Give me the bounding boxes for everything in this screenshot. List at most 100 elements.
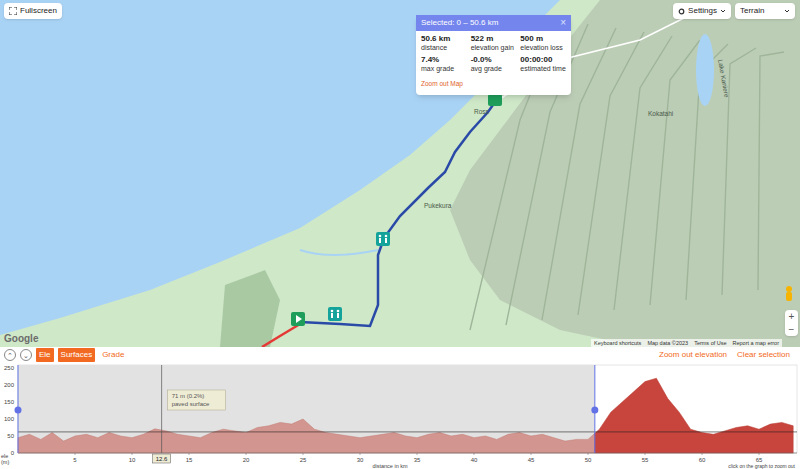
selection-handle[interactable] [591,365,598,453]
settings-button[interactable]: Settings [673,3,731,19]
y-tick: 150 [4,399,15,405]
chart-tab[interactable]: Surfaces [58,348,96,362]
popup-header: Selected: 0 – 50.6 km × [416,15,571,31]
svg-text:50: 50 [585,457,592,463]
y-tick: 50 [7,433,14,439]
zoom-out-map-link[interactable]: Zoom out Map [416,73,571,95]
map-label: Kokatahi [648,110,673,117]
map-label: Pukekura [424,202,452,209]
x-tick: 20 [243,453,250,463]
y-axis-unit: (m) [1,459,9,465]
svg-text:5: 5 [73,457,77,463]
svg-text:55: 55 [642,457,649,463]
x-tick: 35 [414,453,421,463]
chart-action[interactable]: Zoom out elevation [659,349,727,361]
x-tick: 60 [699,453,706,463]
zoom-button[interactable]: − [785,323,798,336]
svg-text:10: 10 [129,457,136,463]
pegman-icon[interactable] [786,286,792,301]
x-tick: 5 [73,453,77,463]
route [300,102,495,326]
reference-line [18,431,797,432]
collapse-button[interactable]: ⌄ [20,349,32,361]
map-canvas[interactable]: Pukekura Kokatahi Lake Kaniere Ross [0,0,800,347]
cursor-tooltip: 71 m (0.2%) paved surface [168,390,226,410]
y-tick: 200 [4,382,15,388]
svg-text:40: 40 [471,457,478,463]
x-tick: 10 [129,453,136,463]
x-tick: 30 [357,453,364,463]
x-tick: 40 [471,453,478,463]
elevation-chart[interactable]: 250 200 150 100 50 0 5 10 15 20 25 30 35 40 45 50 55 60 65… [0,363,800,469]
elevation-area-selected [18,419,595,453]
end-marker-icon[interactable] [488,94,502,106]
toilet-icon[interactable] [328,307,342,321]
footer-link[interactable]: Report a map error [733,339,779,347]
footer-link[interactable]: Terms of Use [694,339,726,347]
y-tick: 250 [4,365,15,371]
selection-area[interactable] [18,365,595,453]
elevation-toolbar: ⌃ ⌄ Ele SurfacesGrade Zoom out elevation Clea… [0,347,800,363]
zoom-controls: +− [785,310,798,336]
stat: -0.0%avg grade [471,56,517,72]
footer-link[interactable]: Keyboard shortcuts [594,339,641,347]
chart-hint: click on the graph to zoom out [728,463,795,469]
fullscreen-icon [9,7,17,15]
forest-patch [220,270,280,347]
selection-popup: Selected: 0 – 50.6 km × 50.6 kmdistance522… [416,15,571,95]
stat: 522 melevation gain [471,35,517,51]
cursor-x-label: 12.6 [153,454,171,463]
svg-text:25: 25 [300,457,307,463]
close-button[interactable]: × [560,18,566,28]
collapse-button[interactable]: ⌃ [4,349,16,361]
map-type-select[interactable]: Terrain [735,3,795,19]
map-label: Lake Kaniere [717,59,731,98]
land [0,0,800,347]
x-axis-label: distance in km [372,463,408,469]
app: Pukekura Kokatahi Lake Kaniere Ross Fullscre… [0,0,800,469]
svg-text:paved surface: paved surface [172,401,210,407]
lake [696,34,714,106]
svg-text:45: 45 [528,457,535,463]
google-logo: Google [4,331,38,346]
svg-text:12.6: 12.6 [156,456,168,462]
footer-link[interactable]: Map data ©2023 [647,339,688,347]
gear-icon [678,8,685,15]
selection-handle[interactable] [15,365,22,453]
stat: 500 melevation loss [520,35,566,51]
x-tick: 15 [186,453,193,463]
route-out [262,324,300,347]
map-label: Ross [474,108,490,115]
y-tick: 100 [4,416,15,422]
map[interactable]: Pukekura Kokatahi Lake Kaniere Ross Fullscre… [0,0,800,347]
toilet-icon[interactable] [376,232,390,246]
chevron-down-icon [720,8,726,14]
svg-text:35: 35 [414,457,421,463]
chevron-down-icon [784,8,790,14]
svg-text:20: 20 [243,457,250,463]
svg-text:30: 30 [357,457,364,463]
stat: 7.4%max grade [421,56,467,72]
cursor-line [161,365,162,453]
chart-tab[interactable]: Grade [99,348,127,362]
elevation-area [595,378,793,453]
popup-title: Selected: 0 – 50.6 km [421,17,498,29]
x-tick: 25 [300,453,307,463]
popup-stats: 50.6 kmdistance522 melevation gain500 me… [416,31,571,73]
y-tick: 0 [11,450,15,456]
chart-tab[interactable]: Ele [36,348,54,362]
map-footer: Keyboard shortcuts Map data ©2023 Terms of… [591,339,782,347]
fullscreen-button[interactable]: Fullscreen [4,3,62,19]
svg-text:71 m (0.2%): 71 m (0.2%) [172,393,205,399]
svg-text:60: 60 [699,457,706,463]
x-tick: 50 [585,453,592,463]
start-marker-icon[interactable] [291,312,305,326]
x-tick: 65 [756,453,763,463]
stat: 00:00:00estimated time [520,56,566,72]
x-tick: 45 [528,453,535,463]
stat: 50.6 kmdistance [421,35,467,51]
svg-text:15: 15 [186,457,193,463]
x-tick: 55 [642,453,649,463]
chart-action[interactable]: Clear selection [737,349,790,361]
zoom-button[interactable]: + [785,310,798,323]
